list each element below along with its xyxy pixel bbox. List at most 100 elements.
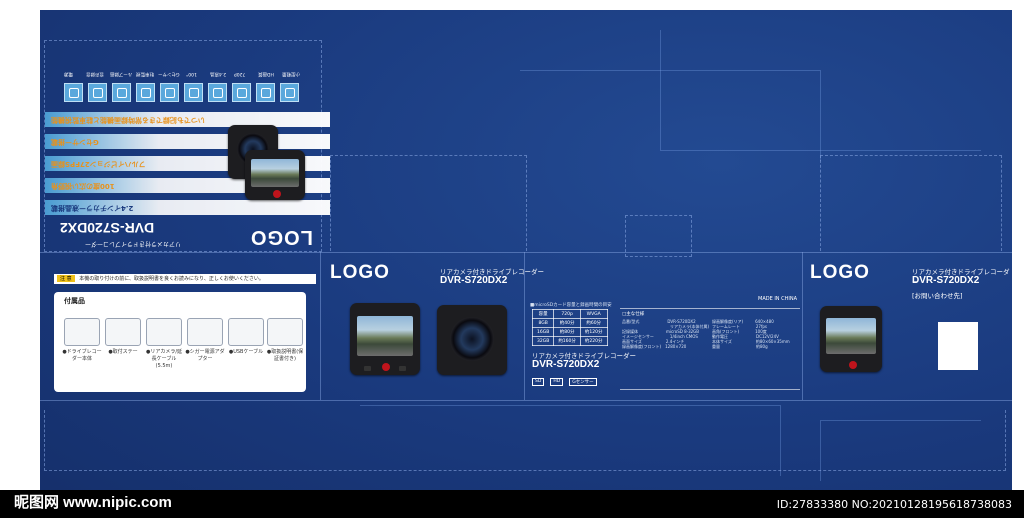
circuit-line	[660, 30, 981, 151]
rear-camera-icon	[146, 318, 182, 346]
icon-label: 2.4液晶	[210, 71, 227, 76]
camera-button	[399, 365, 406, 371]
feature-icon	[208, 83, 227, 102]
fold-line-bottom	[40, 400, 1012, 401]
feature-icon	[64, 83, 83, 102]
front-model: DVR-S720DX2	[440, 275, 508, 286]
inquiry-label: [お問い合わせ先]	[912, 292, 963, 300]
table-header: 720p	[553, 309, 581, 319]
manual-icon	[267, 318, 303, 346]
feature-icon	[184, 83, 203, 102]
usb-cable-icon	[228, 318, 264, 346]
warning-text: 本機の取り付けの前に、取扱説明書を良くお読みになり、正しくお使いください。	[79, 276, 264, 282]
dashcam-front-image	[350, 303, 420, 375]
watermark-id: ID:27833380 NO:20210128195618738083	[776, 498, 1012, 511]
icon-label: 電源	[64, 71, 73, 76]
back-model: DVR-S720DX2	[912, 275, 980, 286]
feature-icon	[112, 83, 131, 102]
table-cell: 約40分	[553, 318, 581, 328]
accessories-box: 付属品 ●ドライブレコーダー本体 ●取付ステー ●リアカメラ/延長ケーブル(5.…	[54, 292, 306, 392]
packaging-dieline-artwork: 小型軽量 HD画質 720P 2.4液晶 100° Gセンサー 駐車監視 ループ…	[40, 10, 1012, 516]
spec-line: 重量 約80g	[712, 344, 768, 349]
side-model: DVR-S720DX2	[532, 359, 600, 370]
watermark-site: 昵图网 www.nipic.com	[14, 494, 172, 511]
dashcam-icon	[64, 318, 100, 346]
dust-flap-left	[330, 155, 527, 251]
camera-button	[364, 365, 371, 371]
dashcam-back-image	[437, 305, 507, 375]
accessory-item: ●シガー電源アダプター	[185, 318, 225, 363]
icon-label: 100°	[186, 71, 197, 76]
feature-icon	[232, 83, 251, 102]
table-cell: 約160分	[553, 336, 581, 346]
mount-icon	[105, 318, 141, 346]
accessories-title: 付属品	[64, 297, 85, 305]
icon-label: 小型軽量	[282, 71, 300, 76]
dashcam-front-image	[245, 150, 305, 200]
accessory-item: ●取付ステー	[103, 318, 143, 356]
accessory-item: ●ドライブレコーダー本体	[62, 318, 102, 363]
feature-icon	[160, 83, 179, 102]
hd-icon: HD	[550, 378, 564, 386]
watermark-bar: 昵图网 www.nipic.com ID:27833380 NO:2021012…	[0, 490, 1024, 518]
feature-icon	[280, 83, 299, 102]
camera-screen	[251, 159, 299, 187]
spec-line: 録画解像度(フロント) 1280×720	[622, 344, 687, 349]
icon-label: ループ録画	[110, 71, 133, 76]
car-adapter-icon	[187, 318, 223, 346]
table-cell: 約220分	[579, 336, 608, 346]
sd-capacity-table: 容量 720p WVGA 8GB 約40分 約60分 16GB 約80分 約12…	[531, 309, 608, 346]
accessory-item: ●USBケーブル	[226, 318, 266, 356]
icon-label: HD画質	[258, 71, 274, 76]
record-button	[272, 189, 281, 198]
warning-strip: 注 意 本機の取り付けの前に、取扱説明書を良くお読みになり、正しくお使いください…	[54, 274, 316, 284]
fold-line-v1	[320, 252, 321, 400]
feature-icon	[136, 83, 155, 102]
made-in-label: MADE IN CHINA	[758, 296, 798, 302]
icon-label: 音声録音	[86, 71, 104, 76]
g-sensor-icon: Gセンサー	[569, 378, 597, 386]
feature-band: Gセンサー搭載	[45, 134, 330, 149]
table-cell: 約60分	[579, 318, 608, 328]
fold-line-v3	[802, 252, 803, 400]
top-panel-logo: LOGO	[250, 226, 313, 248]
table-header: 容量	[531, 309, 555, 319]
table-header: WVGA	[579, 309, 608, 319]
sd-icon: SD	[532, 378, 545, 386]
feature-band: いつでも記録できる常時録画機能と駐車監視機能	[45, 112, 330, 127]
bottom-flap-outline	[44, 410, 1006, 471]
icon-label: Gセンサー	[158, 71, 180, 76]
camera-screen	[826, 317, 876, 355]
camera-screen	[357, 315, 413, 356]
record-button	[848, 360, 857, 369]
feature-icon	[88, 83, 107, 102]
inquiry-label-box	[938, 322, 978, 370]
record-button	[382, 363, 391, 372]
feature-icon	[256, 83, 275, 102]
back-logo: LOGO	[810, 262, 870, 283]
dust-flap-right	[820, 155, 1002, 251]
fold-line-top	[40, 252, 1012, 253]
front-logo: LOGO	[330, 262, 390, 283]
sd-table-title: ■microSDカード容量と録画時間の目安	[530, 303, 612, 308]
table-cell: 約80分	[553, 327, 581, 337]
compat-icons: SD HD Gセンサー	[532, 378, 597, 386]
warning-icon: 注 意	[57, 275, 75, 282]
accessory-item: ●リアカメラ/延長ケーブル(5.5m)	[144, 318, 184, 370]
icon-label: 駐車監視	[136, 71, 154, 76]
lens	[450, 317, 494, 361]
table-cell: 約120分	[579, 327, 608, 337]
top-panel-icon-row: 小型軽量 HD画質 720P 2.4液晶 100° Gセンサー 駐車監視 ループ…	[54, 65, 314, 105]
dashcam-front-image	[820, 306, 882, 372]
tuck-tab	[625, 215, 692, 257]
accessory-item: ●取扱説明書(保証書付き)	[265, 318, 305, 363]
spec-title: □主な仕様	[622, 312, 645, 317]
table-cell: 8GB	[531, 318, 555, 328]
spec-block: □主な仕様 品番/型式 DVR-S720DX2 リアカメラ(本体付属) 記録媒体…	[620, 308, 800, 390]
top-panel-model: DVR-S720DX2	[60, 220, 155, 236]
table-cell: 32GB	[531, 336, 555, 346]
icon-label: 720P	[234, 71, 246, 76]
table-cell: 16GB	[531, 327, 555, 337]
feature-band: 2.4インチカラー液晶搭載	[45, 200, 330, 215]
top-panel-subtitle: リアカメラ付きドライブレコーダー	[85, 240, 182, 247]
